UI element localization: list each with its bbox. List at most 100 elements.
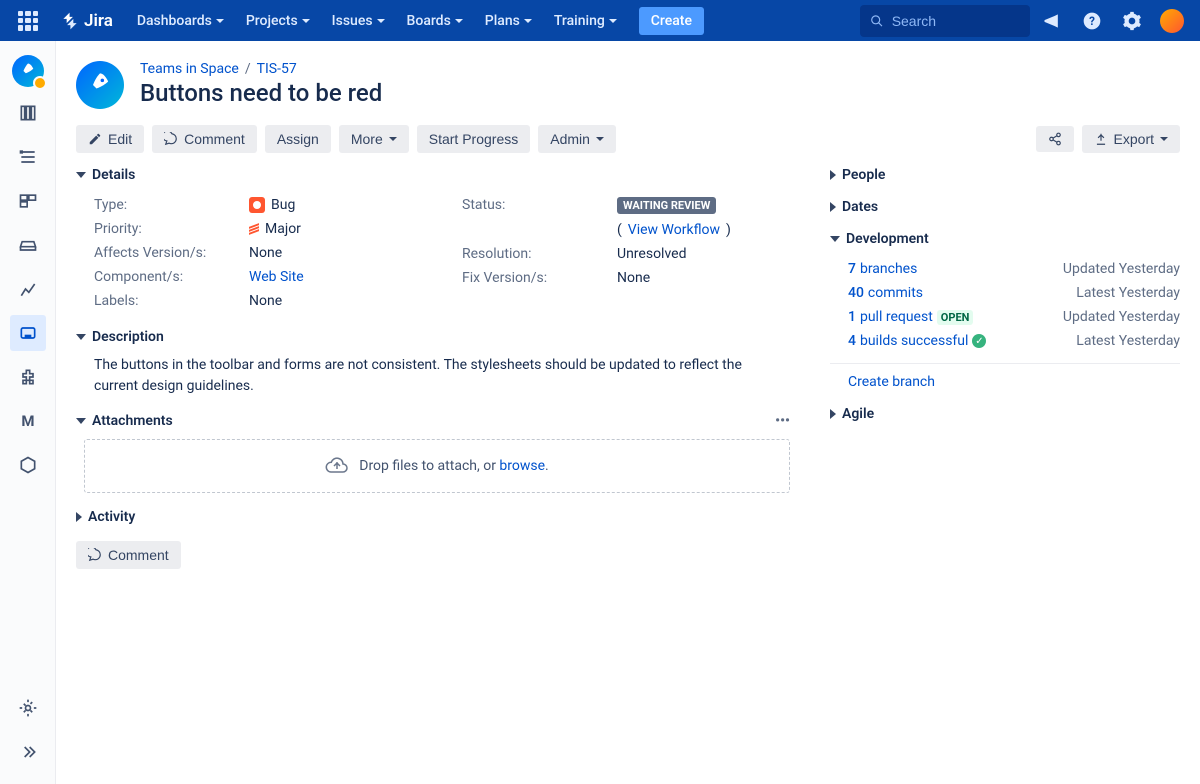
- attachments-section-header[interactable]: Attachments•••: [76, 413, 790, 429]
- detail-row: Resolution:Unresolved: [462, 242, 790, 266]
- rocket-icon: [19, 62, 37, 80]
- share-icon: [1048, 132, 1062, 146]
- dates-section-header[interactable]: Dates: [830, 199, 1180, 215]
- more-button[interactable]: More: [339, 125, 409, 153]
- start-progress-button[interactable]: Start Progress: [417, 125, 530, 153]
- nav-boards[interactable]: Boards: [397, 7, 473, 35]
- rail-addons[interactable]: [10, 359, 46, 395]
- dev-row-commits[interactable]: 40 commitsLatest Yesterday: [848, 281, 1180, 305]
- project-avatar[interactable]: [12, 55, 44, 87]
- rail-hex[interactable]: [10, 447, 46, 483]
- left-sidebar: M: [0, 41, 56, 784]
- edit-button[interactable]: Edit: [76, 125, 144, 153]
- help-button[interactable]: ?: [1074, 3, 1110, 39]
- dev-row-pull-request[interactable]: 1 pull request OPENUpdated Yesterday: [848, 305, 1180, 329]
- rail-m[interactable]: M: [10, 403, 46, 439]
- detail-row: (View Workflow): [462, 218, 790, 242]
- help-icon: ?: [1082, 11, 1102, 31]
- comment-icon: [164, 132, 178, 146]
- detail-row: Type:Bug: [94, 193, 422, 217]
- create-branch-link[interactable]: Create branch: [848, 374, 935, 390]
- create-button[interactable]: Create: [639, 7, 704, 35]
- profile-button[interactable]: [1154, 3, 1190, 39]
- chevron-right-icon: [830, 170, 836, 180]
- svg-text:?: ?: [1089, 14, 1095, 28]
- svg-text:M: M: [21, 412, 34, 430]
- rail-settings[interactable]: [10, 690, 46, 726]
- chevron-right-icon: [830, 409, 836, 419]
- priority-icon: [249, 225, 259, 233]
- attachments-dropzone[interactable]: Drop files to attach, or browse.: [84, 439, 790, 493]
- search-box[interactable]: [860, 5, 1030, 37]
- check-icon: ✓: [972, 334, 986, 348]
- gear-icon: [1122, 11, 1142, 31]
- bug-icon: [249, 197, 265, 213]
- chevron-down-icon: [76, 334, 86, 340]
- nav-training[interactable]: Training: [544, 7, 627, 35]
- chevron-right-icon: [830, 202, 836, 212]
- chevron-down-icon: [377, 19, 385, 23]
- details-section-header[interactable]: Details: [76, 167, 790, 183]
- rail-issues[interactable]: [10, 315, 46, 351]
- detail-row: Labels:None: [94, 289, 422, 313]
- rail-collapse[interactable]: [10, 734, 46, 770]
- agile-section-header[interactable]: Agile: [830, 406, 1180, 422]
- rail-sprints[interactable]: [10, 139, 46, 175]
- admin-button[interactable]: Admin: [538, 125, 616, 153]
- view-workflow-link[interactable]: View Workflow: [628, 222, 720, 238]
- search-input[interactable]: [892, 13, 1020, 29]
- breadcrumb-key[interactable]: TIS-57: [257, 61, 297, 77]
- dev-row-branches[interactable]: 7 branchesUpdated Yesterday: [848, 257, 1180, 281]
- jira-logo[interactable]: Jira: [60, 11, 113, 31]
- chevron-down-icon: [596, 137, 604, 141]
- chevron-down-icon: [302, 19, 310, 23]
- detail-row: Fix Version/s:None: [462, 266, 790, 290]
- open-badge: OPEN: [937, 310, 974, 325]
- breadcrumb-project[interactable]: Teams in Space: [140, 61, 239, 77]
- chevron-right-icon: [76, 512, 82, 522]
- dev-row-builds[interactable]: 4 builds successful ✓Latest Yesterday: [848, 329, 1180, 353]
- rail-backlog[interactable]: [10, 95, 46, 131]
- jira-icon: [60, 11, 80, 31]
- assign-button[interactable]: Assign: [265, 125, 331, 153]
- browse-link[interactable]: browse: [499, 458, 545, 474]
- chevron-down-icon: [1160, 137, 1168, 141]
- component-link[interactable]: Web Site: [249, 269, 304, 285]
- settings-button[interactable]: [1114, 3, 1150, 39]
- nav-projects[interactable]: Projects: [236, 7, 320, 35]
- share-button[interactable]: [1036, 126, 1074, 152]
- main-content: Teams in Space / TIS-57 Buttons need to …: [56, 41, 1200, 784]
- app-switcher[interactable]: [10, 3, 46, 39]
- nav-plans[interactable]: Plans: [475, 7, 542, 35]
- development-section-header[interactable]: Development: [830, 231, 1180, 247]
- chevron-down-icon: [76, 418, 86, 424]
- comment-button-bottom[interactable]: Comment: [76, 541, 181, 569]
- top-nav: Jira Dashboards Projects Issues Boards P…: [0, 0, 1200, 41]
- avatar: [1160, 9, 1184, 33]
- megaphone-icon: [1042, 11, 1062, 31]
- chevron-down-icon: [524, 19, 532, 23]
- breadcrumb: Teams in Space / TIS-57: [140, 61, 382, 77]
- chevron-down-icon: [389, 137, 397, 141]
- people-section-header[interactable]: People: [830, 167, 1180, 183]
- project-avatar-large: [76, 61, 124, 109]
- activity-section-header[interactable]: Activity: [76, 509, 790, 525]
- nav-dashboards[interactable]: Dashboards: [127, 7, 234, 35]
- rail-releases[interactable]: [10, 227, 46, 263]
- rail-reports[interactable]: [10, 271, 46, 307]
- export-button[interactable]: Export: [1082, 125, 1180, 153]
- chevron-down-icon: [609, 19, 617, 23]
- description-body: The buttons in the toolbar and forms are…: [76, 355, 790, 397]
- search-icon: [870, 13, 884, 29]
- export-icon: [1094, 132, 1108, 146]
- description-section-header[interactable]: Description: [76, 329, 790, 345]
- status-badge: WAITING REVIEW: [617, 197, 716, 214]
- detail-row: Component/s:Web Site: [94, 265, 422, 289]
- comment-button[interactable]: Comment: [152, 125, 257, 153]
- notifications-button[interactable]: [1034, 3, 1070, 39]
- attachments-menu[interactable]: •••: [775, 413, 790, 429]
- rail-board[interactable]: [10, 183, 46, 219]
- comment-icon: [88, 548, 102, 562]
- nav-issues[interactable]: Issues: [322, 7, 395, 35]
- issue-title: Buttons need to be red: [140, 79, 382, 107]
